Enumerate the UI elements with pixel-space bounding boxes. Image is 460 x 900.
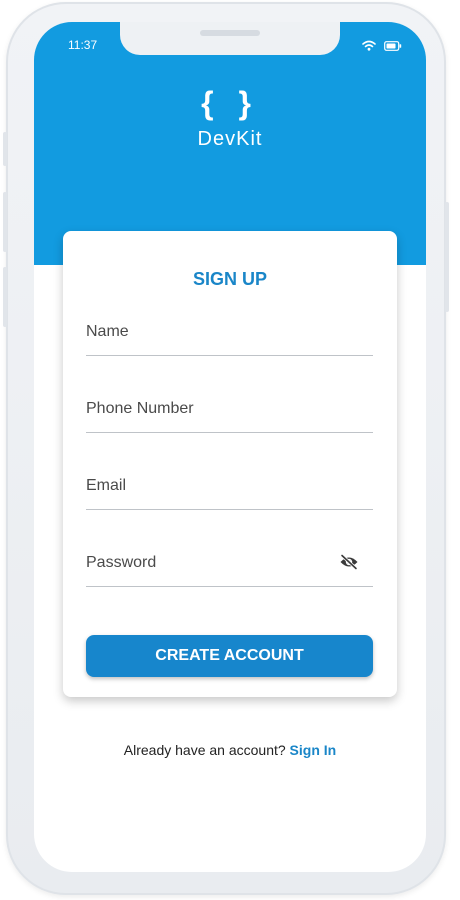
email-field[interactable]: Email (86, 469, 373, 510)
notch (120, 22, 340, 55)
password-field[interactable]: Password (86, 546, 373, 587)
brand-logo: { } DevKit (34, 84, 426, 151)
phone-number-field[interactable]: Phone Number (86, 392, 373, 433)
speaker-grille (200, 30, 260, 36)
power-button (445, 202, 449, 312)
sign-in-link[interactable]: Sign In (290, 742, 337, 758)
phone-screen: 11:37 { } DevKit SIGN UP Name Phone Numb (34, 22, 426, 872)
status-time: 11:37 (68, 38, 98, 52)
volume-down-button (3, 267, 7, 327)
status-icons (362, 38, 402, 56)
signin-prompt-text: Already have an account? (123, 742, 286, 758)
brand-name: DevKit (197, 128, 263, 150)
mute-switch (3, 132, 7, 166)
email-field-placeholder: Email (86, 477, 127, 494)
password-field-placeholder: Password (86, 554, 157, 571)
wifi-icon (362, 38, 376, 56)
phone-number-field-placeholder: Phone Number (86, 400, 194, 417)
name-field[interactable]: Name (86, 315, 373, 356)
battery-icon (384, 38, 402, 56)
create-account-button[interactable]: CREATE ACCOUNT (86, 635, 373, 677)
volume-up-button (3, 192, 7, 252)
form-title: SIGN UP (192, 269, 267, 289)
name-field-placeholder: Name (86, 323, 129, 340)
logo-braces-icon: { } (201, 85, 259, 121)
signin-prompt: Already have an account? Sign In (34, 742, 426, 758)
signup-card: SIGN UP Name Phone Number Email Password (63, 231, 397, 697)
eye-off-icon[interactable] (339, 554, 359, 575)
